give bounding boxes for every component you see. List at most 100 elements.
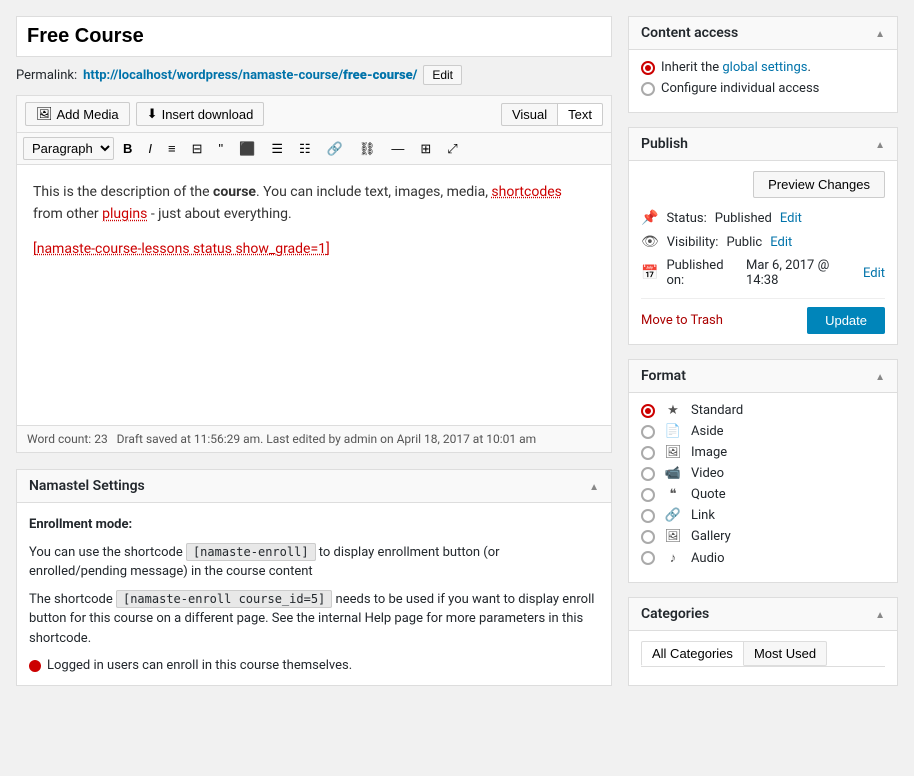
format-radio-quote[interactable] — [641, 488, 655, 502]
content-access-radio1[interactable] — [641, 61, 655, 75]
most-used-categories-tab[interactable]: Most Used — [744, 641, 827, 666]
visibility-icon: 👁 — [641, 234, 659, 250]
move-to-trash-link[interactable]: Move to Trash — [641, 313, 723, 328]
permalink-row: Permalink: http://localhost/wordpress/na… — [16, 65, 612, 85]
namastel-settings-content: Enrollment mode: You can use the shortco… — [17, 503, 611, 685]
format-icon-aside: 📄 — [663, 424, 683, 439]
status-icon: 📌 — [641, 210, 658, 226]
categories-collapse-icon — [875, 607, 885, 622]
format-option-quote: ❝Quote — [641, 487, 885, 502]
published-on-row: 📅 Published on: Mar 6, 2017 @ 14:38 Edit — [641, 258, 885, 288]
content-access-content: Inherit the global settings. Configure i… — [629, 50, 897, 112]
format-header[interactable]: Format — [629, 360, 897, 393]
format-icon-quote: ❝ — [663, 487, 683, 502]
ordered-list-button[interactable]: ⊟ — [185, 138, 210, 159]
shortcode2-value[interactable]: [namaste-enroll course_id=5] — [116, 590, 332, 608]
shortcode-text3: The shortcode — [29, 592, 113, 607]
publish-collapse-icon — [875, 137, 885, 152]
format-icon-gallery: 🖼 — [663, 529, 683, 544]
format-radio-gallery[interactable] — [641, 530, 655, 544]
align-center-button[interactable]: ☰ — [264, 138, 290, 159]
bold-button[interactable]: B — [116, 138, 139, 159]
visibility-edit-link[interactable]: Edit — [770, 235, 792, 250]
format-option-standard: ★Standard — [641, 403, 885, 418]
categories-header[interactable]: Categories — [629, 598, 897, 631]
format-option-gallery: 🖼Gallery — [641, 529, 885, 544]
categories-title: Categories — [641, 606, 709, 622]
content-access-title: Content access — [641, 25, 738, 41]
format-option-audio: ♪Audio — [641, 550, 885, 566]
editor-status-bar: Word count: 23 Draft saved at 11:56:29 a… — [17, 425, 611, 452]
namastel-settings-header[interactable]: Namastel Settings — [17, 470, 611, 503]
visibility-value: Public — [726, 235, 762, 250]
content-access-radio2[interactable] — [641, 82, 655, 96]
post-title-input[interactable] — [16, 16, 612, 57]
unordered-list-button[interactable]: ≡ — [161, 138, 183, 159]
format-option-image: 🖼Image — [641, 445, 885, 460]
update-button[interactable]: Update — [807, 307, 885, 334]
permalink-edit-button[interactable]: Edit — [423, 65, 462, 85]
published-label: Published on: — [666, 258, 738, 288]
blockquote-button[interactable]: " — [212, 138, 231, 159]
format-radio-link[interactable] — [641, 509, 655, 523]
format-radio-audio[interactable] — [641, 551, 655, 565]
namastel-collapse-icon — [589, 479, 599, 494]
all-categories-tab[interactable]: All Categories — [641, 641, 744, 666]
format-content: ★Standard📄Aside🖼Image📹Video❝Quote🔗Link🖼G… — [629, 393, 897, 582]
content-access-header[interactable]: Content access — [629, 17, 897, 50]
format-collapse-icon — [875, 369, 885, 384]
format-label-audio: Audio — [691, 551, 724, 566]
status-value: Published — [715, 211, 772, 226]
editor-media-buttons: 🖼 Add Media ⬇ Insert download — [25, 102, 264, 126]
namastel-settings-title: Namastel Settings — [29, 478, 145, 494]
content-access-option1-row: Inherit the global settings. — [641, 60, 885, 75]
format-radio-video[interactable] — [641, 467, 655, 481]
published-edit-link[interactable]: Edit — [863, 266, 885, 281]
table-button[interactable]: ⊞ — [413, 138, 438, 159]
enrollment-label: Enrollment mode: — [29, 517, 132, 532]
fullscreen-button[interactable]: ⤢ — [440, 138, 464, 159]
shortcode-text1: You can use the shortcode — [29, 545, 183, 560]
format-option-aside: 📄 Aside — [641, 424, 885, 439]
format-label-image: Image — [691, 445, 727, 460]
publish-header[interactable]: Publish — [629, 128, 897, 161]
draft-saved-text: Draft saved at 11:56:29 am. Last edited … — [117, 432, 537, 446]
preview-changes-button[interactable]: Preview Changes — [753, 171, 885, 198]
format-icon-video: 📹 — [663, 466, 683, 481]
logged-in-text: Logged in users can enroll in this cours… — [47, 658, 352, 673]
download-icon: ⬇ — [147, 106, 158, 122]
format-icon-link: 🔗 — [663, 508, 683, 523]
text-mode-button[interactable]: Text — [558, 103, 603, 126]
paragraph-select[interactable]: Paragraph — [23, 137, 114, 160]
status-edit-link[interactable]: Edit — [780, 211, 802, 226]
namastel-settings-box: Namastel Settings Enrollment mode: You c… — [16, 469, 612, 686]
unlink-button[interactable]: ⛓ — [352, 138, 383, 159]
editor-content-area[interactable]: This is the description of the course. Y… — [17, 165, 611, 425]
content-access-panel: Content access Inherit the global settin… — [628, 16, 898, 113]
editor-container: 🖼 Add Media ⬇ Insert download Visual Tex… — [16, 95, 612, 453]
format-radio-standard[interactable] — [641, 404, 655, 418]
insert-download-button[interactable]: ⬇ Insert download — [136, 102, 265, 126]
format-radio-aside[interactable] — [641, 425, 655, 439]
word-count-value: 23 — [94, 432, 108, 446]
shortcode1-value[interactable]: [namaste-enroll] — [186, 543, 316, 561]
format-label-aside: Aside — [691, 424, 724, 439]
global-settings-link[interactable]: global settings — [722, 60, 807, 75]
format-label-standard: Standard — [691, 403, 743, 418]
format-radio-image[interactable] — [641, 446, 655, 460]
editor-top-bar: 🖼 Add Media ⬇ Insert download Visual Tex… — [17, 96, 611, 133]
add-media-button[interactable]: 🖼 Add Media — [25, 102, 130, 126]
permalink-label: Permalink: — [16, 68, 77, 83]
published-value: Mar 6, 2017 @ 14:38 — [746, 258, 855, 288]
italic-button[interactable]: I — [141, 138, 159, 159]
align-left-button[interactable]: ⬛ — [232, 138, 262, 159]
logged-in-row: Logged in users can enroll in this cours… — [29, 658, 599, 673]
content-access-collapse-icon — [875, 26, 885, 41]
permalink-link[interactable]: http://localhost/wordpress/namaste-cours… — [83, 68, 417, 83]
format-option-link: 🔗Link — [641, 508, 885, 523]
insert-more-button[interactable]: — — [384, 138, 411, 159]
visual-mode-button[interactable]: Visual — [501, 103, 558, 126]
status-label: Status: — [666, 211, 706, 226]
align-right-button[interactable]: ☷ — [292, 138, 318, 159]
link-button[interactable]: 🔗 — [320, 138, 350, 159]
